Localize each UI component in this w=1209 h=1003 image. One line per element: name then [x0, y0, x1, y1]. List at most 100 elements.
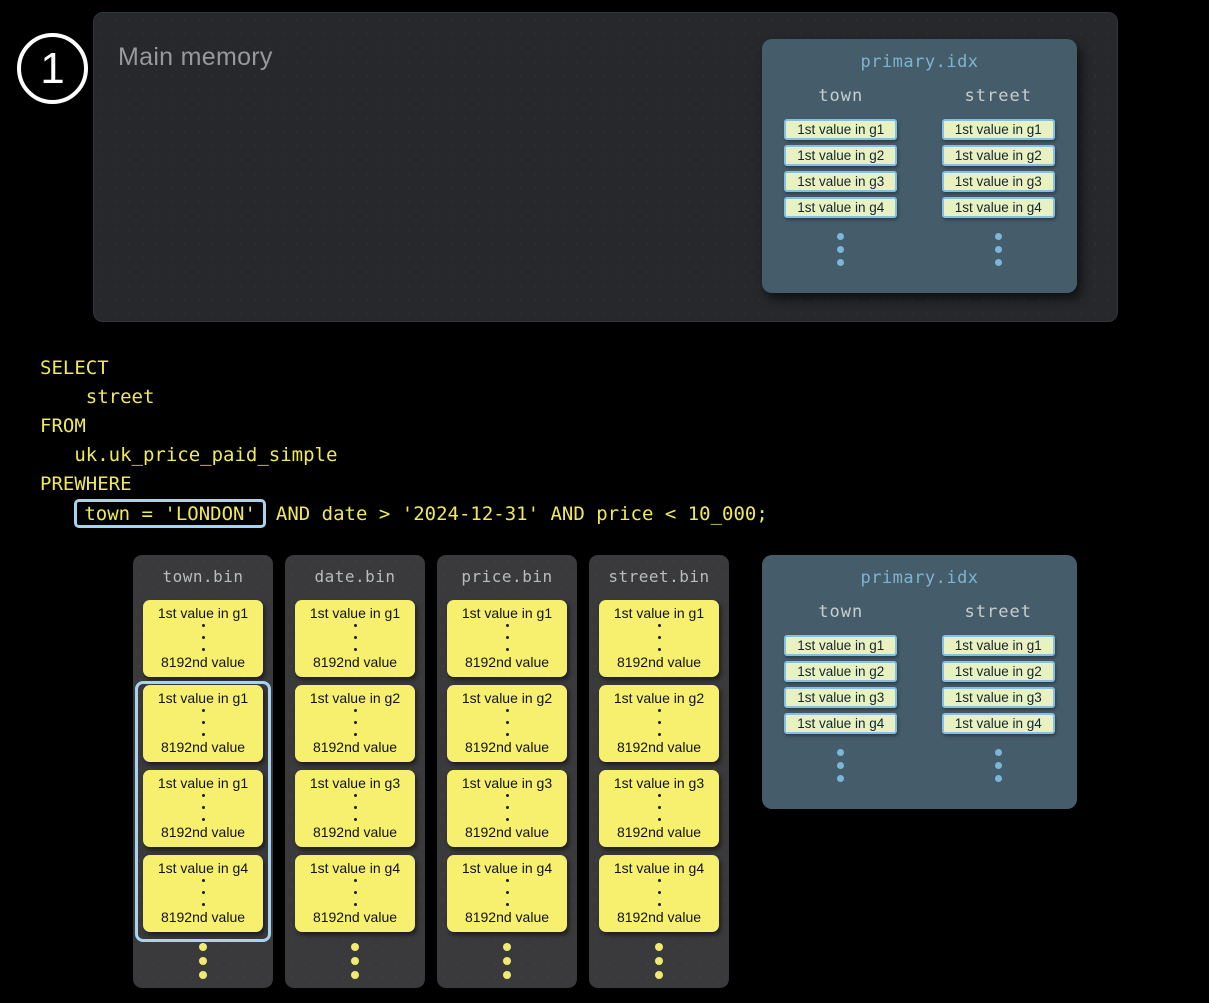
granule-ellipsis [506, 709, 509, 736]
granule-last-value: 8192nd value [161, 824, 245, 840]
index-entry-chip: 1st value in g1 [942, 119, 1055, 140]
step-number: 1 [40, 44, 64, 94]
main-memory-label: Main memory [118, 43, 273, 72]
granule-last-value: 8192nd value [617, 909, 701, 925]
index-entry-chip: 1st value in g2 [942, 145, 1055, 166]
granule-block: 1st value in g1 8192nd value [295, 600, 415, 677]
ellipsis-dots [655, 943, 663, 979]
granule-ellipsis [658, 879, 661, 906]
granule-first-value: 1st value in g4 [310, 860, 400, 876]
bin-file-title: town.bin [162, 567, 243, 586]
granule-block: 1st value in g3 8192nd value [599, 770, 719, 847]
index-entry-chip: 1st value in g3 [942, 171, 1055, 192]
granule-block: 1st value in g1 8192nd value [447, 600, 567, 677]
granule-first-value: 1st value in g2 [614, 690, 704, 706]
ellipsis-dots [837, 749, 844, 782]
granule-last-value: 8192nd value [161, 909, 245, 925]
granule-ellipsis [354, 794, 357, 821]
index-column-town: town 1st value in g1 1st value in g2 1st… [762, 86, 920, 266]
bin-file-title: price.bin [461, 567, 552, 586]
granule-first-value: 1st value in g4 [614, 860, 704, 876]
primary-index-columns: town 1st value in g1 1st value in g2 1st… [762, 86, 1077, 266]
column-header-town: town [818, 602, 863, 622]
granule-block: 1st value in g4 8192nd value [143, 855, 263, 932]
granule-ellipsis [202, 624, 205, 651]
primary-index-panel-top: primary.idx town 1st value in g1 1st val… [762, 39, 1077, 293]
granule-ellipsis [506, 794, 509, 821]
bin-file-panel-street: street.bin 1st value in g1 8192nd value … [589, 555, 729, 988]
granule-last-value: 8192nd value [465, 824, 549, 840]
granule-first-value: 1st value in g3 [614, 775, 704, 791]
granule-last-value: 8192nd value [313, 654, 397, 670]
granule-first-value: 1st value in g1 [158, 605, 248, 621]
granule-first-value: 1st value in g2 [462, 690, 552, 706]
sql-line: FROM [40, 412, 768, 441]
granule-last-value: 8192nd value [465, 654, 549, 670]
sql-query-block: SELECT street FROM uk.uk_price_paid_simp… [40, 354, 768, 528]
ellipsis-dots [503, 943, 511, 979]
granule-block: 1st value in g4 8192nd value [599, 855, 719, 932]
granule-first-value: 1st value in g2 [310, 690, 400, 706]
prewhere-highlight-box: town = 'LONDON' [74, 499, 266, 528]
index-column-town: town 1st value in g1 1st value in g2 1st… [762, 602, 920, 782]
primary-index-columns: town 1st value in g1 1st value in g2 1st… [762, 602, 1077, 782]
bin-file-panel-town: town.bin 1st value in g1 8192nd value 1s… [133, 555, 273, 988]
granule-block: 1st value in g1 8192nd value [143, 770, 263, 847]
granule-last-value: 8192nd value [465, 739, 549, 755]
granule-ellipsis [202, 794, 205, 821]
granule-last-value: 8192nd value [617, 739, 701, 755]
highlighted-condition: town = 'LONDON' [84, 503, 256, 525]
granule-last-value: 8192nd value [161, 654, 245, 670]
granule-last-value: 8192nd value [617, 824, 701, 840]
sql-line: street [40, 383, 768, 412]
index-entry-chip: 1st value in g2 [784, 661, 897, 682]
index-entry-chip: 1st value in g1 [784, 119, 897, 140]
granule-first-value: 1st value in g4 [462, 860, 552, 876]
ellipsis-dots [837, 233, 844, 266]
granule-ellipsis [354, 879, 357, 906]
index-column-street: street 1st value in g1 1st value in g2 1… [920, 602, 1078, 782]
granule-last-value: 8192nd value [313, 909, 397, 925]
sql-line-prewhere-condition: town = 'LONDON' AND date > '2024-12-31' … [40, 499, 768, 528]
index-entry-chip: 1st value in g4 [942, 713, 1055, 734]
granule-first-value: 1st value in g1 [158, 690, 248, 706]
granule-ellipsis [658, 624, 661, 651]
granule-ellipsis [354, 709, 357, 736]
primary-index-title: primary.idx [860, 568, 978, 588]
granule-block: 1st value in g2 8192nd value [295, 685, 415, 762]
column-header-street: street [965, 86, 1032, 106]
index-column-street: street 1st value in g1 1st value in g2 1… [920, 86, 1078, 266]
index-entry-chip: 1st value in g1 [942, 635, 1055, 656]
granule-block: 1st value in g1 8192nd value [143, 685, 263, 762]
bin-file-panel-date: date.bin 1st value in g1 8192nd value 1s… [285, 555, 425, 988]
primary-index-title: primary.idx [860, 52, 978, 72]
sql-indent [40, 503, 74, 525]
granule-ellipsis [354, 624, 357, 651]
granule-ellipsis [658, 709, 661, 736]
granule-last-value: 8192nd value [313, 739, 397, 755]
granule-ellipsis [506, 879, 509, 906]
granule-block: 1st value in g4 8192nd value [447, 855, 567, 932]
granule-last-value: 8192nd value [313, 824, 397, 840]
granule-ellipsis [202, 709, 205, 736]
index-entry-chip: 1st value in g2 [784, 145, 897, 166]
granule-first-value: 1st value in g1 [158, 775, 248, 791]
diagram-canvas: { "step_badge": { "number": "1" }, "main… [0, 0, 1209, 1003]
bin-file-title: street.bin [608, 567, 709, 586]
granule-last-value: 8192nd value [161, 739, 245, 755]
granule-block: 1st value in g3 8192nd value [295, 770, 415, 847]
granule-block: 1st value in g2 8192nd value [599, 685, 719, 762]
granule-first-value: 1st value in g1 [462, 605, 552, 621]
step-badge: 1 [17, 33, 88, 104]
index-entry-chip: 1st value in g4 [942, 197, 1055, 218]
granule-last-value: 8192nd value [465, 909, 549, 925]
ellipsis-dots [199, 943, 207, 979]
index-entry-chip: 1st value in g3 [942, 687, 1055, 708]
sql-line: SELECT [40, 354, 768, 383]
granule-block: 1st value in g1 8192nd value [143, 600, 263, 677]
granule-first-value: 1st value in g4 [158, 860, 248, 876]
bin-file-title: date.bin [314, 567, 395, 586]
bin-file-panel-price: price.bin 1st value in g1 8192nd value 1… [437, 555, 577, 988]
ellipsis-dots [351, 943, 359, 979]
ellipsis-dots [995, 749, 1002, 782]
